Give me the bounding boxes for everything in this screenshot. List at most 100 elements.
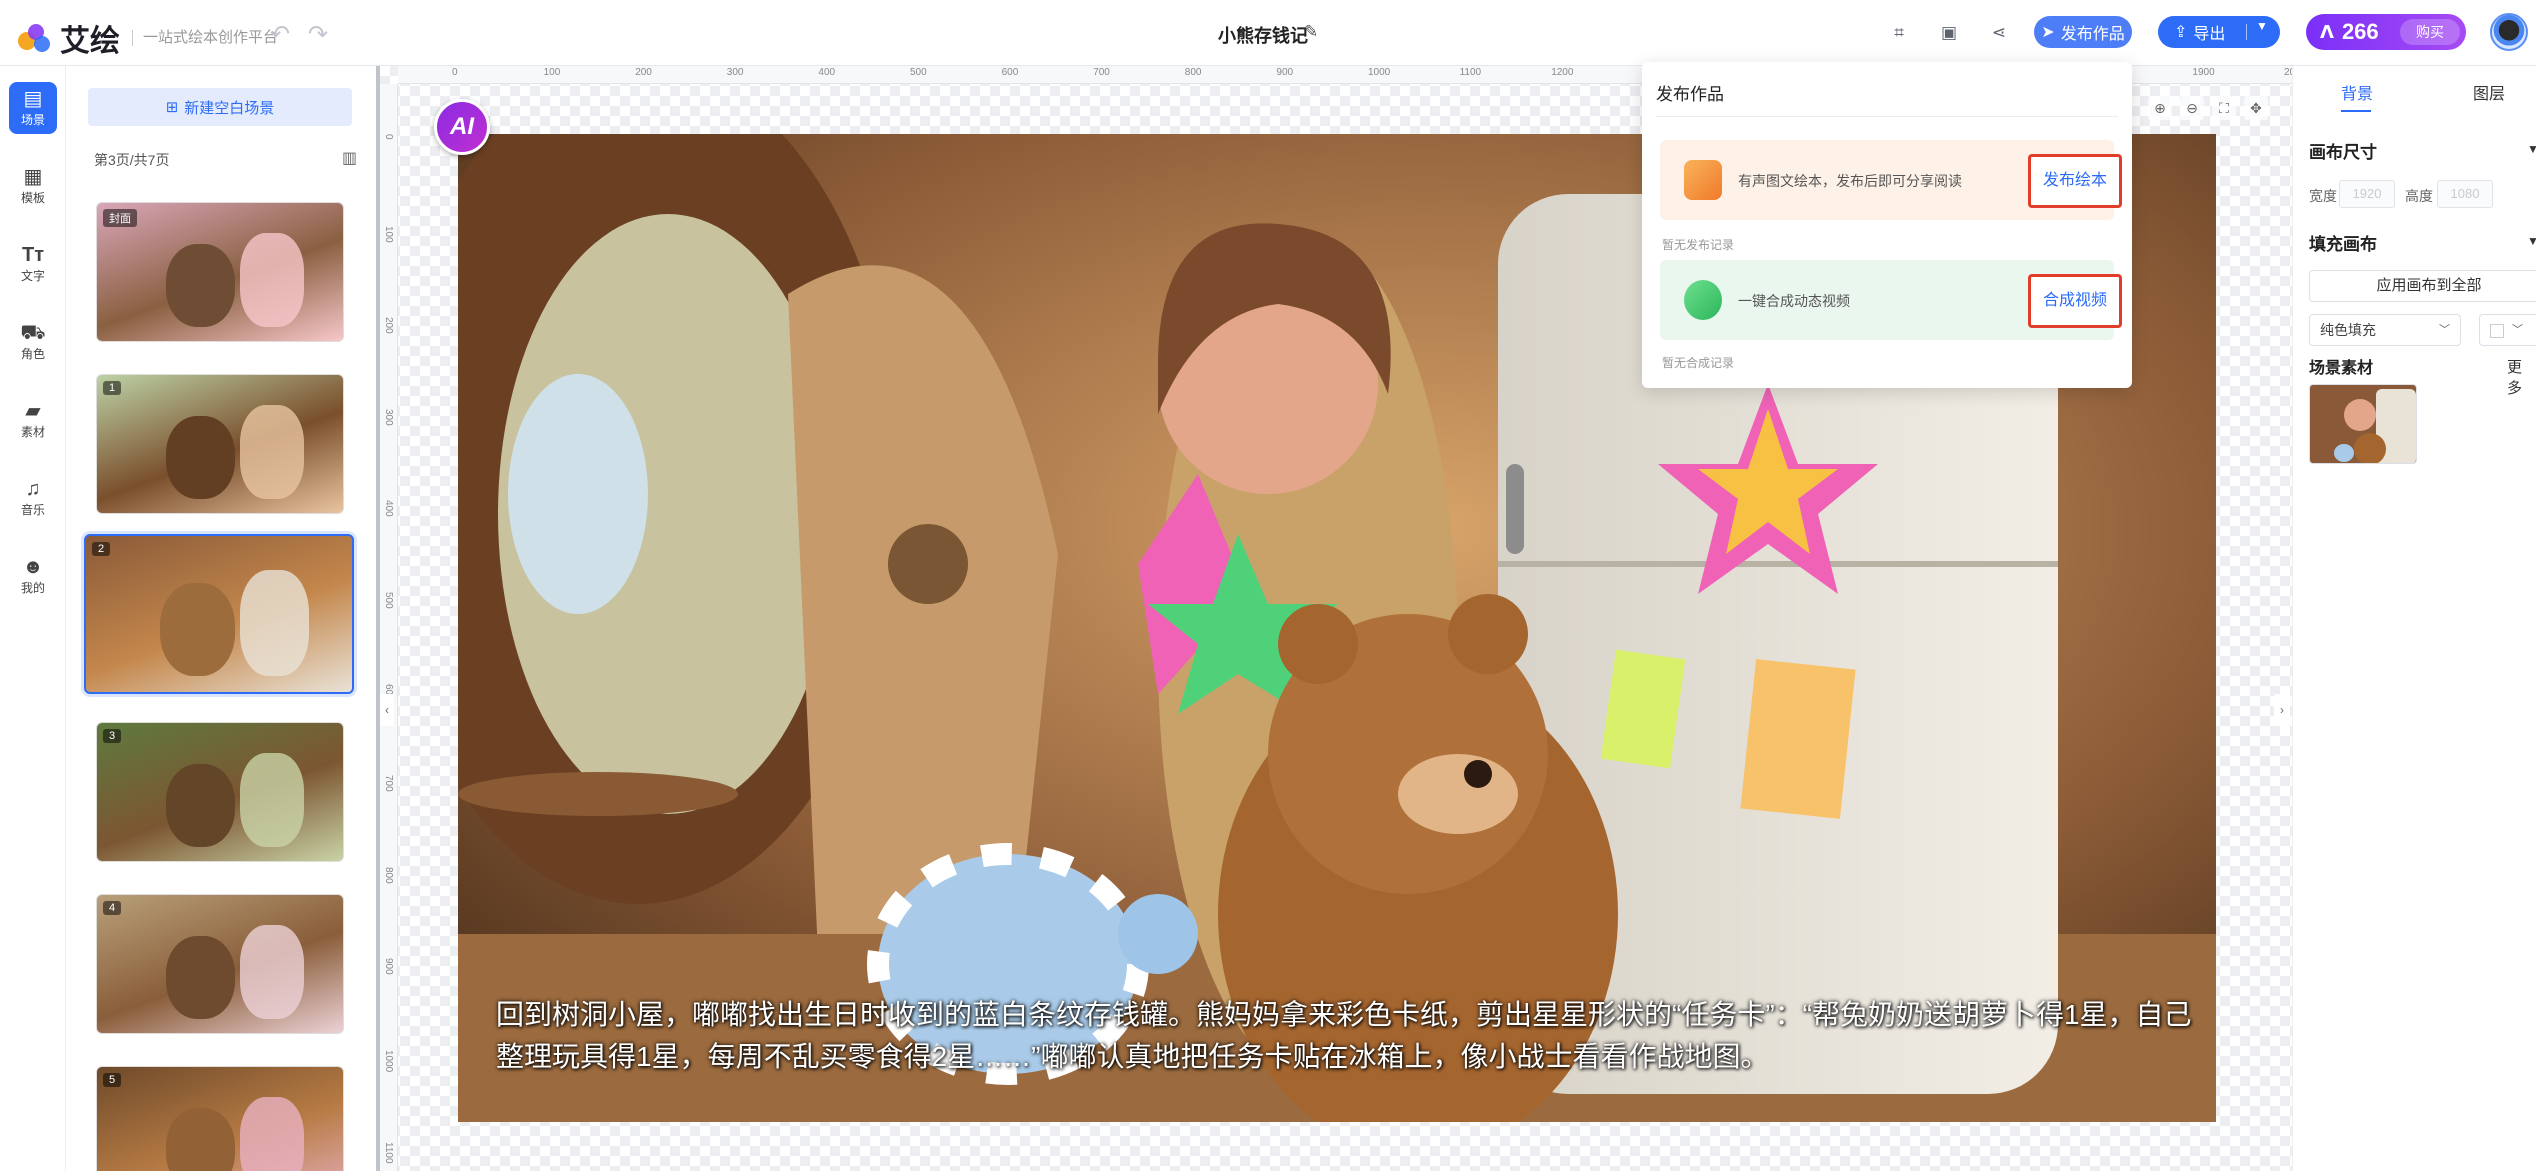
buy-button[interactable]: 购买	[2400, 19, 2460, 45]
add-icon: ⊞	[165, 99, 179, 116]
ruler-tick-label: 100	[383, 225, 394, 243]
ruler-tick-label: 1200	[1551, 67, 1574, 78]
ruler-tick-label: 1100	[1459, 67, 1482, 78]
save-icon[interactable]: ▣	[1936, 20, 1962, 46]
nav-item-text[interactable]: Tт 文字	[9, 238, 57, 290]
compose-video-desc: 一键合成动态视频	[1738, 293, 1850, 309]
scene-thumbnail-tag: 封面	[103, 209, 137, 227]
compose-record-note: 暂无合成记录	[1662, 356, 1735, 370]
fit-screen-icon[interactable]: ⛶	[2212, 96, 2236, 120]
canvas-size-caret-icon[interactable]: ▼	[2527, 142, 2536, 156]
ruler-tick-label: 700	[1093, 67, 1110, 78]
ai-badge[interactable]: AI	[434, 99, 490, 155]
ruler-tick-label: 1000	[383, 1050, 394, 1073]
ruler-tick-label: 400	[818, 67, 836, 78]
ruler-tick-label: 700	[383, 775, 394, 792]
redo-icon[interactable]: ↷	[308, 20, 328, 49]
zoom-out-icon[interactable]: ⊖	[2180, 96, 2204, 120]
nav-item-mine[interactable]: ☻ 我的	[9, 550, 57, 602]
credits-badge[interactable]: ᐱ 266 购买	[2306, 14, 2466, 50]
nav-item-material[interactable]: ▰ 素材	[9, 394, 57, 446]
credits-count: 266	[2341, 19, 2379, 44]
export-dropdown-icon[interactable]: ▼	[2256, 19, 2268, 33]
ruler-tick-label: 200	[635, 67, 652, 78]
nav-item-template[interactable]: ▦ 模板	[9, 160, 57, 212]
ruler-tick-label: 400	[383, 500, 394, 518]
ruler-tick-label: 500	[383, 592, 394, 609]
ruler-tick-label: 1900	[2192, 67, 2215, 78]
text-icon: Tт	[21, 244, 44, 266]
publish-record-note: 暂无发布记录	[1662, 238, 1735, 252]
scene-thumbnail[interactable]: 3	[96, 722, 344, 862]
nav-item-scene[interactable]: ▤ 场景	[9, 82, 57, 134]
publish-book-desc: 有声图文绘本，发布后即可分享阅读	[1738, 173, 1962, 189]
scene-thumbnail[interactable]: 1	[96, 374, 344, 514]
scene-thumbnail-tag: 4	[103, 901, 122, 915]
new-blank-scene-button[interactable]: ⊞ 新建空白场景	[88, 88, 352, 126]
tab-background[interactable]: 背景	[2341, 80, 2373, 104]
publish-panel-title: 发布作品	[1656, 85, 1724, 104]
character-icon: ⛟	[20, 322, 46, 344]
width-input[interactable]: 1920	[2339, 180, 2395, 208]
export-button[interactable]: ⇪ 导出 ▼	[2158, 16, 2280, 48]
top-bar: 艾绘 一站式绘本创作平台 ↶ ↷ 小熊存钱记 ✎ ⌗ ▣ ⋖ ➤ 发布作品 ⇪ …	[0, 0, 2536, 66]
scene-thumbnail-tag: 3	[103, 729, 122, 743]
user-avatar[interactable]	[2490, 13, 2528, 51]
scene-thumbnail[interactable]: 2	[84, 534, 354, 694]
send-icon: ➤	[2041, 24, 2055, 41]
more-link[interactable]: 更多	[2507, 356, 2536, 398]
undo-icon[interactable]: ↶	[270, 20, 290, 49]
share-icon[interactable]: ⋖	[1986, 20, 2012, 46]
color-swatch	[2490, 324, 2504, 338]
nav-item-character[interactable]: ⛟ 角色	[9, 316, 57, 368]
page-count: 第3页/共7页	[94, 152, 170, 168]
chevron-down-icon: ﹀	[2439, 324, 2450, 336]
scene-thumbnail[interactable]: 封面	[96, 202, 344, 342]
publish-book-button[interactable]: 发布绘本	[2028, 154, 2122, 208]
height-input[interactable]: 1080	[2437, 180, 2493, 208]
fill-canvas-title[interactable]: 填充画布	[2309, 230, 2377, 255]
zoom-toolbar: ⊕ ⊖ ⛶ ✥	[2148, 96, 2268, 120]
fullscreen-icon[interactable]: ✥	[2244, 96, 2268, 120]
scene-thumbnail[interactable]: 4	[96, 894, 344, 1034]
folder-icon: ▰	[25, 400, 41, 422]
compose-video-button[interactable]: 合成视频	[2028, 274, 2122, 328]
scene-thumbnail[interactable]: 5	[96, 1066, 344, 1171]
ruler-tick-label: 800	[1184, 67, 1202, 78]
zoom-in-icon[interactable]: ⊕	[2148, 96, 2172, 120]
edit-title-icon[interactable]: ✎	[1304, 22, 1318, 42]
fill-color-picker[interactable]: ﹀	[2479, 314, 2536, 346]
compose-video-row: 一键合成动态视频 合成视频	[1660, 260, 2122, 340]
collapse-right-icon[interactable]: ›	[2274, 694, 2290, 726]
scene-thumbnail-tag: 1	[103, 381, 122, 395]
publish-button[interactable]: ➤ 发布作品	[2034, 16, 2132, 48]
publish-book-row: 有声图文绘本，发布后即可分享阅读 发布绘本	[1660, 140, 2122, 220]
app-logo[interactable]: 艾绘 一站式绘本创作平台	[18, 16, 278, 60]
ruler-tick-label: 900	[1276, 67, 1294, 78]
document-title[interactable]: 小熊存钱记	[1218, 22, 1308, 48]
ruler-tick-label: 1100	[383, 1141, 394, 1164]
book-icon	[1684, 160, 1722, 200]
app-name: 艾绘	[60, 24, 120, 59]
fill-type-select[interactable]: 纯色填充 ﹀	[2309, 314, 2461, 346]
ruler-tick-label: 200	[383, 317, 394, 334]
page-settings-icon[interactable]: ▥	[342, 148, 357, 168]
canvas-size-title[interactable]: 画布尺寸	[2309, 138, 2377, 163]
fill-canvas-caret-icon[interactable]: ▼	[2527, 234, 2536, 248]
export-button-label: 导出	[2193, 26, 2226, 43]
ruler-tick-label: 600	[1001, 67, 1019, 78]
nav-item-music[interactable]: ♫ 音乐	[9, 472, 57, 524]
width-label: 宽度	[2309, 188, 2337, 204]
tab-layers[interactable]: 图层	[2473, 80, 2505, 104]
scene-caption[interactable]: 回到树洞小屋，嘟嘟找出生日时收到的蓝白条纹存钱罐。熊妈妈拿来彩色卡纸，剪出星星形…	[496, 994, 2196, 1078]
ruler-tick-label: 300	[726, 67, 744, 78]
apply-canvas-all-button[interactable]: 应用画布到全部	[2309, 270, 2536, 302]
scene-material-thumb[interactable]	[2309, 384, 2417, 464]
left-nav: ▤ 场景 ▦ 模板 Tт 文字 ⛟ 角色 ▰ 素材 ♫ 音乐 ☻ 我的	[0, 66, 66, 1171]
crop-scan-icon[interactable]: ⌗	[1886, 20, 1912, 46]
scene-thumbnail-tag: 2	[92, 542, 111, 556]
publish-panel: 发布作品 有声图文绘本，发布后即可分享阅读 发布绘本 暂无发布记录 一键合成动态…	[1642, 62, 2132, 388]
scene-icon: ▤	[23, 88, 43, 110]
ruler-tick-label: 900	[383, 958, 394, 976]
collapse-left-icon[interactable]: ‹	[380, 694, 394, 726]
